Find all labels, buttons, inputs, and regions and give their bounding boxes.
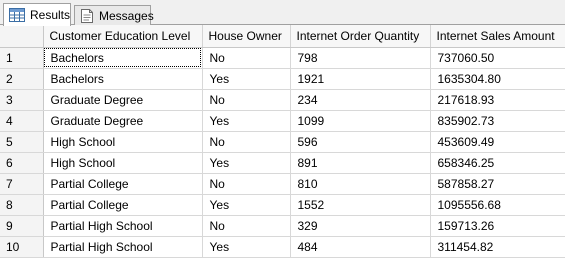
results-tab-strip: Results Messages <box>0 0 565 26</box>
table-row[interactable]: 8 Partial College Yes 1552 1095556.68 <box>0 194 565 216</box>
table-row[interactable]: 1 Bachelors No 798 737060.50 <box>0 47 565 69</box>
tab-results-label: Results <box>30 8 71 22</box>
cell-house-owner[interactable]: Yes <box>202 152 291 174</box>
cell-house-owner[interactable]: Yes <box>202 110 291 132</box>
row-number[interactable]: 3 <box>0 89 44 111</box>
cell-order-quantity[interactable]: 596 <box>290 131 431 153</box>
row-number[interactable]: 7 <box>0 173 44 195</box>
table-row[interactable]: 4 Graduate Degree Yes 1099 835902.73 <box>0 110 565 132</box>
cell-house-owner[interactable]: Yes <box>202 194 291 216</box>
cell-order-quantity[interactable]: 329 <box>290 215 431 237</box>
cell-education-level[interactable]: Partial High School <box>43 215 203 237</box>
table-row[interactable]: 7 Partial College No 810 587858.27 <box>0 173 565 195</box>
results-grid[interactable]: Customer Education Level House Owner Int… <box>0 25 565 265</box>
row-number[interactable]: 8 <box>0 194 44 216</box>
cell-house-owner[interactable]: No <box>202 173 291 195</box>
cell-order-quantity[interactable]: 1921 <box>290 68 431 90</box>
cell-order-quantity[interactable]: 891 <box>290 152 431 174</box>
cell-education-level[interactable]: Graduate Degree <box>43 89 203 111</box>
cell-education-level[interactable]: Bachelors <box>43 68 203 90</box>
cell-sales-amount[interactable]: 217618.93 <box>430 89 565 111</box>
table-row[interactable]: 2 Bachelors Yes 1921 1635304.80 <box>0 68 565 90</box>
table-row[interactable]: 9 Partial High School No 329 159713.26 <box>0 215 565 237</box>
table-row[interactable]: 5 High School No 596 453609.49 <box>0 131 565 153</box>
cell-education-level[interactable]: Graduate Degree <box>43 110 203 132</box>
cell-education-level[interactable]: Partial College <box>43 194 203 216</box>
table-row[interactable]: 3 Graduate Degree No 234 217618.93 <box>0 89 565 111</box>
cell-order-quantity[interactable]: 484 <box>290 236 431 258</box>
cell-sales-amount[interactable]: 311454.82 <box>430 236 565 258</box>
tab-messages[interactable]: Messages <box>74 5 154 25</box>
cell-sales-amount[interactable]: 737060.50 <box>430 47 565 69</box>
cell-sales-amount[interactable]: 453609.49 <box>430 131 565 153</box>
grid-body: 1 Bachelors No 798 737060.50 2 Bachelors Yes 192… <box>0 47 565 258</box>
column-header-house-owner[interactable]: House Owner <box>202 25 291 48</box>
cell-sales-amount[interactable]: 1635304.80 <box>430 68 565 90</box>
results-table: Customer Education Level House Owner Int… <box>0 25 565 258</box>
cell-house-owner[interactable]: Yes <box>202 236 291 258</box>
column-header-education-level[interactable]: Customer Education Level <box>43 25 203 48</box>
row-number[interactable]: 5 <box>0 131 44 153</box>
row-number[interactable]: 9 <box>0 215 44 237</box>
row-number[interactable]: 2 <box>0 68 44 90</box>
cell-order-quantity[interactable]: 1099 <box>290 110 431 132</box>
cell-order-quantity[interactable]: 810 <box>290 173 431 195</box>
table-row[interactable]: 10 Partial High School Yes 484 311454.82 <box>0 236 565 258</box>
cell-house-owner[interactable]: No <box>202 131 291 153</box>
results-grid-icon <box>9 8 25 22</box>
messages-icon <box>80 8 94 23</box>
cell-house-owner[interactable]: No <box>202 47 291 69</box>
column-header-order-quantity[interactable]: Internet Order Quantity <box>290 25 431 48</box>
grid-corner[interactable] <box>0 25 44 48</box>
cell-education-level[interactable]: Partial High School <box>43 236 203 258</box>
cell-house-owner[interactable]: No <box>202 215 291 237</box>
cell-order-quantity[interactable]: 1552 <box>290 194 431 216</box>
cell-sales-amount[interactable]: 1095556.68 <box>430 194 565 216</box>
header-row: Customer Education Level House Owner Int… <box>0 25 565 48</box>
cell-house-owner[interactable]: No <box>202 89 291 111</box>
tab-messages-label: Messages <box>99 8 154 23</box>
cell-order-quantity[interactable]: 798 <box>290 47 431 69</box>
tab-results[interactable]: Results <box>3 3 71 26</box>
cell-order-quantity[interactable]: 234 <box>290 89 431 111</box>
cell-education-level[interactable]: Partial College <box>43 173 203 195</box>
cell-sales-amount[interactable]: 835902.73 <box>430 110 565 132</box>
cell-sales-amount[interactable]: 587858.27 <box>430 173 565 195</box>
row-number[interactable]: 1 <box>0 47 44 69</box>
cell-education-level[interactable]: High School <box>43 152 203 174</box>
cell-education-level[interactable]: High School <box>43 131 203 153</box>
row-number[interactable]: 6 <box>0 152 44 174</box>
column-header-sales-amount[interactable]: Internet Sales Amount <box>430 25 565 48</box>
cell-sales-amount[interactable]: 658346.25 <box>430 152 565 174</box>
cell-education-level[interactable]: Bachelors <box>43 47 203 69</box>
table-row[interactable]: 6 High School Yes 891 658346.25 <box>0 152 565 174</box>
cell-sales-amount[interactable]: 159713.26 <box>430 215 565 237</box>
row-number[interactable]: 10 <box>0 236 44 258</box>
row-number[interactable]: 4 <box>0 110 44 132</box>
cell-house-owner[interactable]: Yes <box>202 68 291 90</box>
